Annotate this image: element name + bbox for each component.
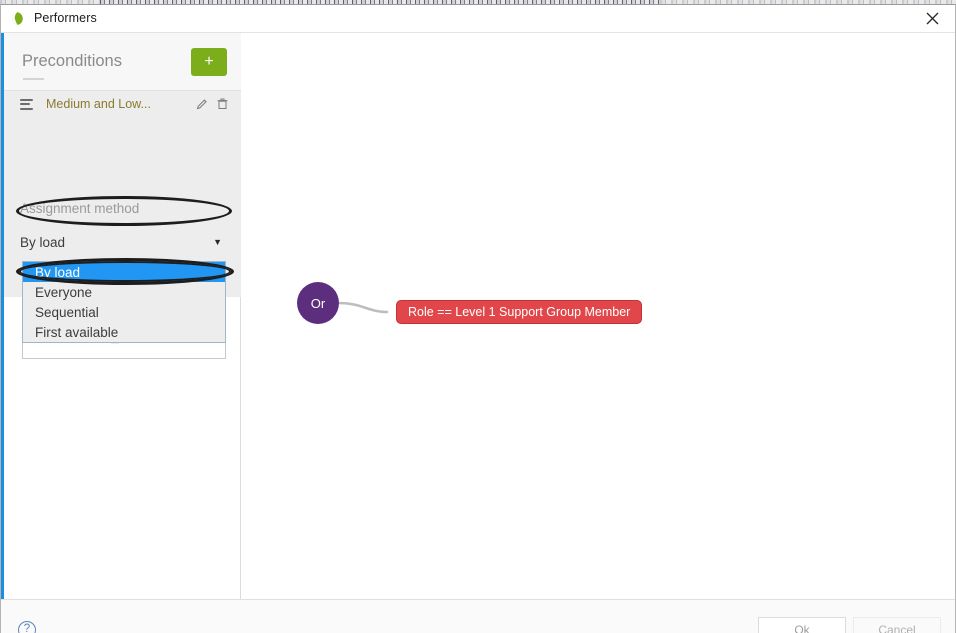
graph-node-condition[interactable]: Role == Level 1 Support Group Member — [396, 300, 643, 324]
add-precondition-button[interactable]: + — [191, 47, 227, 76]
dropdown-tail — [22, 339, 226, 359]
ok-button[interactable]: Ok — [758, 616, 846, 633]
dropdown-option-everyone[interactable]: Everyone — [23, 282, 225, 302]
precondition-list-item[interactable]: Medium and Low... — [4, 94, 241, 114]
preconditions-sidebar: Preconditions + Medium and Low... Assign… — [4, 33, 241, 599]
rule-graph-canvas[interactable]: Or Role == Level 1 Support Group Member — [241, 33, 955, 599]
graph-node-or[interactable]: Or — [297, 282, 339, 324]
panel-header: Preconditions + — [4, 33, 241, 90]
help-circle-icon[interactable]: ? — [18, 621, 36, 633]
dialog-body: Preconditions + Medium and Low... Assign… — [1, 32, 955, 599]
close-icon[interactable] — [909, 5, 955, 32]
chevron-down-icon: ▼ — [213, 237, 222, 247]
title-bar: Performers — [1, 5, 955, 32]
drag-handle-icon[interactable] — [20, 98, 33, 110]
preconditions-panel: Preconditions + Medium and Low... Assign… — [4, 33, 241, 359]
assignment-method-select[interactable]: By load ▼ — [20, 231, 225, 253]
screen-root: Performers Preconditions + Medium and Lo… — [0, 0, 956, 633]
trash-icon[interactable] — [215, 97, 229, 111]
window-title: Performers — [34, 11, 97, 25]
dialog-footer: ? Ok Cancel — [1, 600, 955, 633]
cancel-button[interactable]: Cancel — [853, 616, 941, 633]
leaf-icon — [10, 11, 25, 26]
assignment-method-options[interactable]: By load Everyone Sequential First availa… — [22, 261, 226, 343]
assignment-method-value: By load — [20, 234, 66, 250]
assignment-method-label: Assignment method — [20, 201, 140, 216]
pencil-icon[interactable] — [195, 97, 209, 111]
dropdown-option-sequential[interactable]: Sequential — [23, 302, 225, 322]
performers-dialog: Performers Preconditions + Medium and Lo… — [0, 4, 956, 633]
precondition-label: Medium and Low... — [46, 97, 151, 111]
panel-body: Medium and Low... Assignment method By l… — [4, 90, 241, 359]
dropdown-option-by-load[interactable]: By load — [23, 262, 225, 282]
dropdown-option-first-available[interactable]: First available — [23, 322, 225, 342]
panel-title: Preconditions — [22, 52, 191, 80]
